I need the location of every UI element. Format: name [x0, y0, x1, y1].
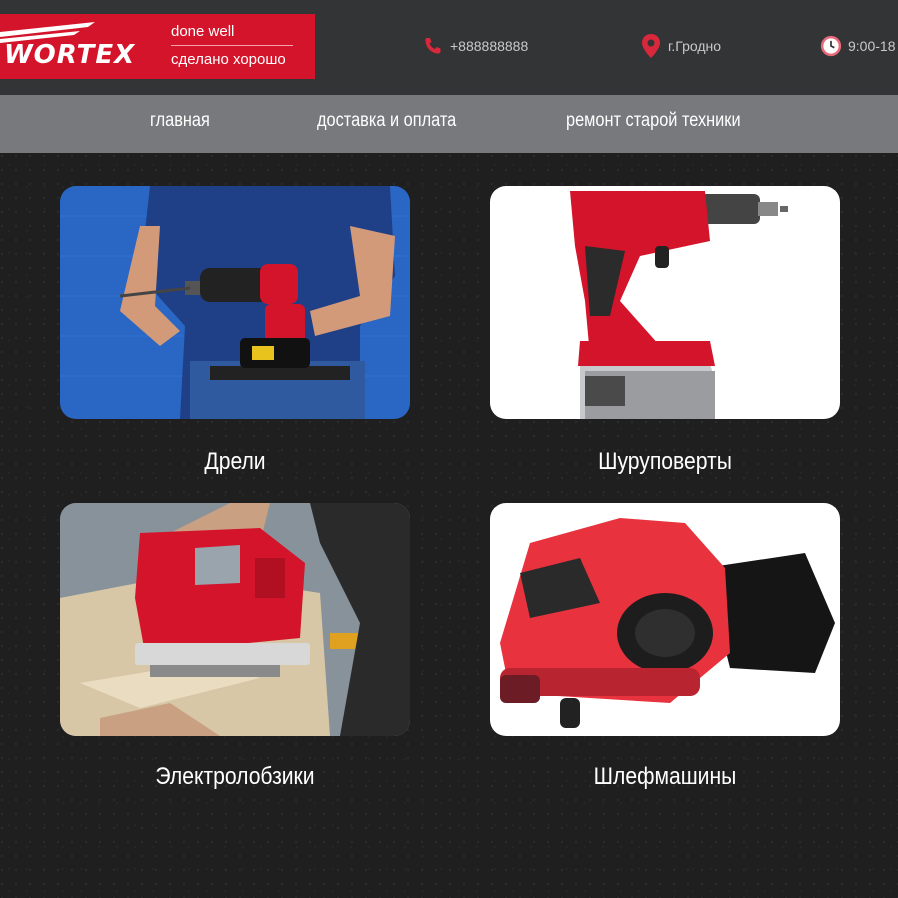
- category-title[interactable]: Электролобзики: [81, 763, 389, 791]
- belt-sander-photo[interactable]: [490, 503, 840, 736]
- header-hours: 9:00-18: [820, 34, 895, 58]
- logo-tagline-en: done well: [171, 23, 235, 40]
- category-card-screwdrivers[interactable]: Шуруповерты: [490, 186, 840, 475]
- nav-item-delivery[interactable]: доставка и оплата: [317, 110, 456, 132]
- logo-divider: [171, 45, 293, 46]
- working-hours: 9:00-18: [848, 38, 896, 54]
- jigsaw-photo[interactable]: [60, 503, 410, 736]
- header-phone[interactable]: +888888888: [422, 34, 528, 58]
- logo[interactable]: WORTEX done well сделано хорошо: [0, 14, 315, 79]
- location-pin-icon: [640, 34, 662, 58]
- category-card-jigsaws[interactable]: Электролобзики: [60, 503, 410, 790]
- phone-number[interactable]: +888888888: [450, 38, 528, 54]
- header-city: г.Гродно: [640, 34, 721, 58]
- logo-tagline-ru: сделано хорошо: [171, 51, 286, 68]
- nav-item-repair[interactable]: ремонт старой техники: [566, 110, 741, 132]
- category-title[interactable]: Шлефмашины: [511, 763, 819, 791]
- site-header: WORTEX done well сделано хорошо +8888888…: [0, 0, 898, 95]
- clock-icon: [820, 34, 842, 58]
- logo-wordmark: WORTEX: [4, 40, 136, 70]
- city-name: г.Гродно: [668, 38, 722, 54]
- hammer-drill-photo[interactable]: [60, 186, 410, 419]
- category-title[interactable]: Дрели: [81, 448, 389, 476]
- category-title[interactable]: Шуруповерты: [511, 448, 819, 476]
- phone-icon: [422, 34, 444, 58]
- category-card-sanders[interactable]: Шлефмашины: [490, 503, 840, 790]
- category-card-drills[interactable]: Дрели: [60, 186, 410, 475]
- main-nav: главная доставка и оплата ремонт старой …: [0, 95, 898, 153]
- cordless-screwdriver-photo[interactable]: [490, 186, 840, 419]
- nav-item-home[interactable]: главная: [150, 110, 210, 132]
